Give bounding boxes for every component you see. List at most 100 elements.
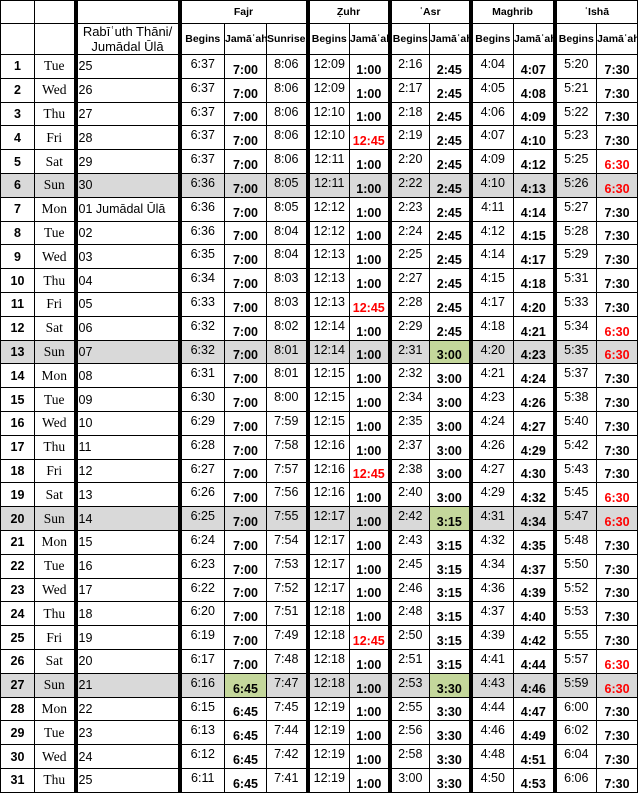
hijri-date: 08 <box>73 363 180 389</box>
table-row: 4 Fri 28 6:37 7:00 8:06 12:10 12:45 2:19 2:45 4:07… <box>0 125 638 151</box>
asr-jamaah: 3:30 <box>429 696 472 722</box>
fajr-jamaah: 7:00 <box>224 125 267 151</box>
fajr-jamaah: 7:00 <box>224 315 267 341</box>
sunrise-time: 8:03 <box>265 268 309 293</box>
isha-jamaah: 6:30 <box>596 672 638 698</box>
hijri-date: 25 <box>73 54 180 79</box>
day-number: 21 <box>0 529 35 555</box>
fajr-begins: 6:17 <box>177 648 225 674</box>
sunrise-time: 7:49 <box>265 625 309 650</box>
zuhr-jamaah: 1:00 <box>349 387 391 412</box>
asr-jamaah: 3:30 <box>429 720 472 746</box>
day-number: 29 <box>0 720 35 746</box>
sunrise-time: 8:00 <box>265 387 309 412</box>
asr-jamaah: 3:00 <box>429 410 472 436</box>
header-fajr-jamaah: Jamāʿah <box>224 23 267 55</box>
asr-begins: 2:50 <box>387 625 431 650</box>
day-number: 6 <box>0 172 35 198</box>
maghrib-jamaah: 4:39 <box>513 577 556 603</box>
zuhr-jamaah: 1:00 <box>349 54 391 79</box>
maghrib-begins: 4:41 <box>468 648 515 674</box>
weekday: Sun <box>34 339 76 365</box>
asr-begins: 2:24 <box>387 220 431 246</box>
fajr-begins: 6:23 <box>177 553 225 579</box>
table-row: 24 Thu 18 6:20 7:00 7:51 12:18 1:00 2:48 3:15 4:37… <box>0 601 638 627</box>
maghrib-begins: 4:50 <box>468 767 515 793</box>
fajr-begins: 6:37 <box>177 54 225 79</box>
maghrib-jamaah: 4:37 <box>513 553 556 579</box>
fajr-jamaah: 6:45 <box>224 672 267 698</box>
zuhr-jamaah: 1:00 <box>349 339 391 365</box>
fajr-jamaah: 7:00 <box>224 506 267 531</box>
sunrise-time: 7:42 <box>265 744 309 769</box>
weekday: Thu <box>34 268 76 293</box>
table-row: 14 Mon 08 6:31 7:00 8:01 12:15 1:00 2:32 3:00 4:21… <box>0 363 638 389</box>
day-number: 28 <box>0 696 35 722</box>
zuhr-begins: 12:12 <box>305 220 351 246</box>
weekday: Fri <box>34 291 76 317</box>
fajr-jamaah: 7:00 <box>224 410 267 436</box>
isha-jamaah: 6:30 <box>596 315 638 341</box>
weekday: Mon <box>34 696 76 722</box>
zuhr-begins: 12:12 <box>305 196 351 222</box>
asr-begins: 2:53 <box>387 672 431 698</box>
maghrib-begins: 4:31 <box>468 506 515 531</box>
fajr-begins: 6:27 <box>177 458 225 484</box>
maghrib-jamaah: 4:34 <box>513 506 556 531</box>
weekday: Tue <box>34 220 76 246</box>
zuhr-begins: 12:16 <box>305 434 351 460</box>
maghrib-jamaah: 4:53 <box>513 767 556 793</box>
fajr-jamaah: 7:00 <box>224 291 267 317</box>
isha-begins: 5:55 <box>552 625 598 650</box>
weekday: Tue <box>34 54 76 79</box>
fajr-jamaah: 6:45 <box>224 696 267 722</box>
maghrib-jamaah: 4:09 <box>513 101 556 127</box>
fajr-jamaah: 6:45 <box>224 767 267 793</box>
maghrib-jamaah: 4:18 <box>513 268 556 293</box>
fajr-begins: 6:30 <box>177 387 225 412</box>
zuhr-jamaah: 1:00 <box>349 77 391 103</box>
asr-begins: 2:27 <box>387 268 431 293</box>
isha-jamaah: 7:30 <box>596 720 638 746</box>
day-number: 12 <box>0 315 35 341</box>
asr-begins: 2:43 <box>387 529 431 555</box>
zuhr-begins: 12:11 <box>305 149 351 174</box>
fajr-begins: 6:25 <box>177 506 225 531</box>
day-number: 20 <box>0 506 35 531</box>
asr-begins: 2:25 <box>387 244 431 270</box>
fajr-begins: 6:37 <box>177 77 225 103</box>
table-row: 20 Sun 14 6:25 7:00 7:55 12:17 1:00 2:42 3:15 4:31… <box>0 506 638 531</box>
hijri-date: 27 <box>73 101 180 127</box>
fajr-begins: 6:37 <box>177 149 225 174</box>
fajr-jamaah: 7:00 <box>224 553 267 579</box>
isha-begins: 5:35 <box>552 339 598 365</box>
isha-jamaah: 7:30 <box>596 387 638 412</box>
isha-jamaah: 6:30 <box>596 482 638 508</box>
weekday: Tue <box>34 720 76 746</box>
weekday: Wed <box>34 744 76 769</box>
isha-begins: 5:57 <box>552 648 598 674</box>
sunrise-time: 7:55 <box>265 506 309 531</box>
isha-jamaah: 7:30 <box>596 601 638 627</box>
isha-begins: 5:23 <box>552 125 598 151</box>
isha-begins: 5:40 <box>552 410 598 436</box>
isha-begins: 5:29 <box>552 244 598 270</box>
fajr-jamaah: 7:00 <box>224 625 267 650</box>
fajr-begins: 6:33 <box>177 291 225 317</box>
fajr-begins: 6:37 <box>177 101 225 127</box>
hijri-date: 26 <box>73 77 180 103</box>
asr-jamaah: 3:15 <box>429 648 472 674</box>
day-number: 17 <box>0 434 35 460</box>
hijri-date: 15 <box>73 529 180 555</box>
weekday: Wed <box>34 410 76 436</box>
asr-jamaah: 2:45 <box>429 220 472 246</box>
zuhr-begins: 12:13 <box>305 268 351 293</box>
zuhr-begins: 12:14 <box>305 315 351 341</box>
table-row: 16 Wed 10 6:29 7:00 7:59 12:15 1:00 2:35 3:00 4:24… <box>0 410 638 436</box>
sunrise-time: 8:06 <box>265 54 309 79</box>
maghrib-jamaah: 4:29 <box>513 434 556 460</box>
fajr-jamaah: 7:00 <box>224 196 267 222</box>
isha-jamaah: 7:30 <box>596 268 638 293</box>
zuhr-jamaah: 1:00 <box>349 101 391 127</box>
isha-jamaah: 7:30 <box>596 410 638 436</box>
